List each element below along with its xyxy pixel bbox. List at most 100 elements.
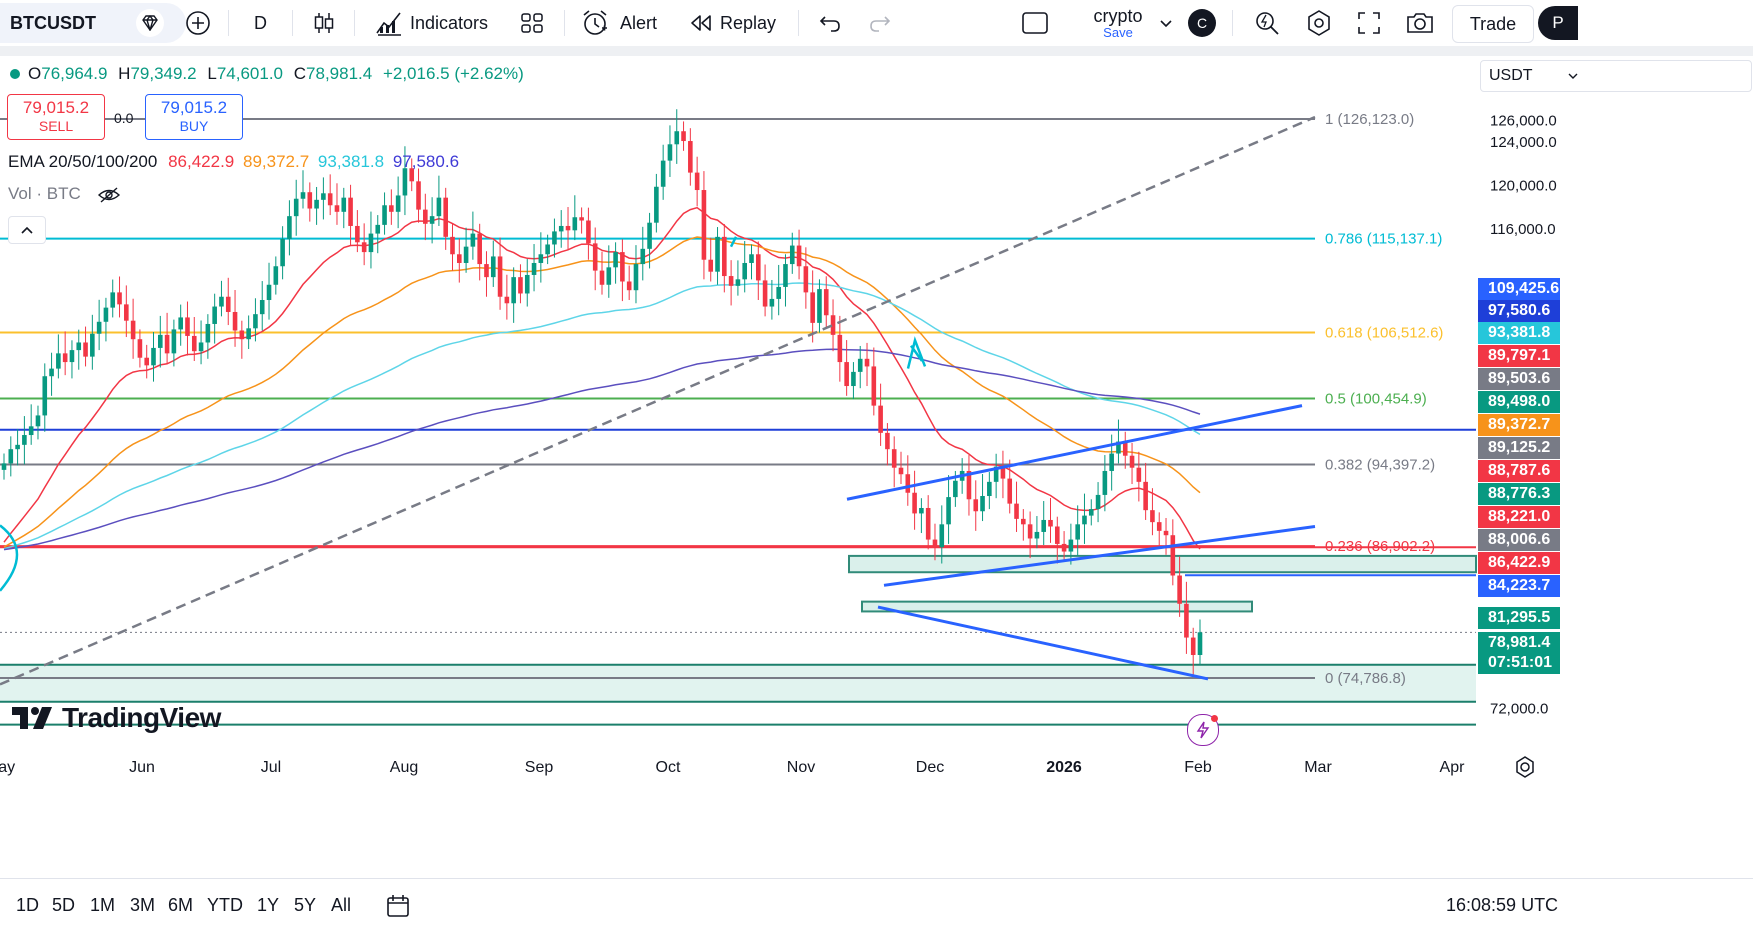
range-button-1y[interactable]: 1Y [257, 879, 279, 932]
candle [946, 497, 951, 525]
range-button-1d[interactable]: 1D [16, 879, 39, 932]
candle [15, 444, 20, 450]
open-value: 76,964.9 [41, 64, 108, 83]
range-button-5d[interactable]: 5D [52, 879, 75, 932]
low-key: L [207, 64, 217, 83]
candle [22, 435, 27, 445]
layout-dropdown[interactable] [1158, 0, 1174, 46]
add-symbol-button[interactable] [184, 0, 212, 46]
calendar-icon [387, 894, 409, 917]
settings-button[interactable] [1304, 0, 1334, 46]
buy-button[interactable]: 79,015.2 BUY [145, 94, 243, 140]
profile-button[interactable]: P [1538, 0, 1578, 46]
eye-off-icon[interactable] [97, 186, 121, 204]
status-dot [10, 69, 20, 79]
lightning-icon[interactable] [1187, 714, 1219, 746]
time-axis-label: Nov [787, 759, 815, 776]
price-tag: 89,372.7 [1478, 414, 1560, 436]
time-axis-label: Aug [390, 759, 418, 776]
candle [361, 242, 367, 253]
candle [708, 259, 714, 272]
range-button-all[interactable]: All [331, 879, 351, 932]
redo-button[interactable] [866, 0, 894, 46]
candle [1054, 526, 1060, 544]
alert-button[interactable]: Alert [580, 0, 657, 46]
candle [477, 233, 482, 265]
quick-search-button[interactable] [1252, 0, 1282, 46]
candle [49, 368, 54, 377]
support-zone [0, 664, 1476, 702]
candle [599, 270, 605, 285]
symbol-search[interactable]: BTCUSDT [0, 3, 186, 43]
candle [253, 314, 258, 329]
fib-label-1: 1 (126,123.0) [1325, 111, 1414, 128]
time-axis-label: Apr [1440, 759, 1466, 776]
candle [259, 300, 265, 315]
sell-button[interactable]: 79,015.2 SELL [7, 94, 105, 140]
candle [232, 311, 238, 331]
time-axis-settings-icon[interactable] [1512, 754, 1538, 785]
candle [470, 233, 476, 247]
gear-icon [1308, 10, 1330, 36]
replay-button[interactable]: Replay [688, 0, 776, 46]
candle [423, 209, 428, 224]
buy-price: 79,015.2 [160, 98, 228, 117]
low-value: 74,601.0 [216, 64, 284, 83]
candle [1088, 509, 1094, 516]
currency-selector[interactable]: USDT [1480, 60, 1752, 92]
candle [348, 197, 353, 226]
indicators-button[interactable]: Indicators [374, 0, 488, 46]
price-axis-label: 116,000.0 [1490, 221, 1556, 238]
toolbar-separator [0, 46, 1753, 56]
candle [579, 217, 584, 221]
candle [667, 144, 673, 161]
range-button-ytd[interactable]: YTD [207, 879, 243, 932]
chart-area[interactable]: 1 (126,123.0) 0.786 (115,137.1) 0.618 (106… [0, 56, 1753, 931]
snapshot-button[interactable] [1404, 0, 1436, 46]
layout-button[interactable] [1020, 0, 1050, 46]
candle [1, 463, 7, 470]
range-button-6m[interactable]: 6M [168, 879, 193, 932]
candle [1109, 453, 1114, 471]
candle [647, 222, 652, 249]
fullscreen-icon [1358, 12, 1380, 34]
candle [640, 248, 646, 265]
interval-button[interactable]: D [254, 0, 267, 46]
toolbar-divider [564, 10, 565, 36]
candle [735, 279, 741, 286]
user-avatar[interactable]: C [1188, 0, 1216, 46]
undo-button[interactable] [816, 0, 844, 46]
layout-name-button[interactable]: crypto Save [1078, 0, 1158, 46]
date-range-button[interactable] [384, 879, 412, 932]
arc-drawing [0, 524, 19, 592]
templates-button[interactable] [518, 0, 546, 46]
candle [864, 358, 870, 367]
fullscreen-button[interactable] [1355, 0, 1383, 46]
candles-icon [314, 13, 334, 33]
candle [626, 281, 632, 291]
candle [878, 405, 883, 433]
candle [728, 276, 734, 286]
candle [851, 371, 856, 387]
candle [1136, 467, 1142, 482]
candle [42, 376, 48, 416]
diamond-icon[interactable] [136, 9, 164, 37]
candle [355, 225, 360, 243]
candle [293, 198, 299, 217]
price-axis-label: 72,000.0 [1490, 700, 1548, 717]
server-time: 16:08:59 UTC [1446, 895, 1559, 915]
candle [633, 264, 639, 291]
range-button-1m[interactable]: 1M [90, 879, 115, 932]
collapse-legend-button[interactable] [8, 216, 46, 244]
fib-label-0.5: 0.5 (100,454.9) [1325, 391, 1427, 408]
spread-value: 0.0 [114, 110, 134, 126]
candle [191, 335, 197, 352]
candle [76, 342, 82, 351]
range-button-3m[interactable]: 3M [130, 879, 155, 932]
candle [1156, 522, 1162, 531]
trade-button[interactable]: Trade [1452, 5, 1534, 43]
chart-type-button[interactable] [310, 0, 338, 46]
candle [531, 262, 537, 275]
price-tag: 89,498.0 [1478, 391, 1560, 413]
range-button-5y[interactable]: 5Y [294, 879, 316, 932]
